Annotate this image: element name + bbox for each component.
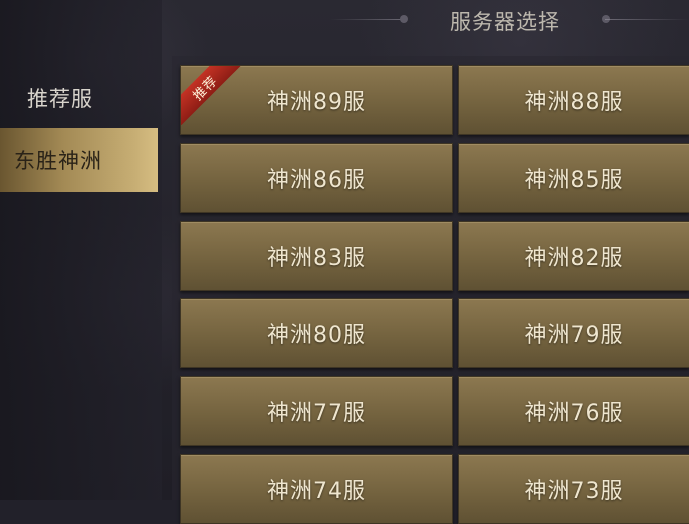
server-name: 神洲77服	[267, 401, 366, 426]
sidebar-item-dongsheng-shenzhou[interactable]: 东胜神洲	[0, 128, 158, 192]
server-tile[interactable]: 神洲86服	[180, 143, 453, 213]
page-title: 服务器选择	[450, 10, 560, 34]
sidebar-item-label: 东胜神洲	[14, 149, 102, 173]
server-tile[interactable]: 神洲74服	[180, 454, 453, 524]
server-name: 神洲74服	[267, 479, 366, 504]
server-tile[interactable]: 神洲88服	[458, 65, 689, 135]
sidebar-item-label: 推荐服	[27, 87, 93, 111]
server-tile[interactable]: 神洲83服	[180, 221, 453, 291]
server-name: 神洲83服	[267, 246, 366, 271]
server-name: 神洲89服	[267, 90, 366, 115]
server-tile[interactable]: 神洲80服	[180, 298, 453, 368]
server-name: 神洲76服	[524, 401, 624, 426]
server-tile[interactable]: 神洲79服	[458, 298, 689, 368]
server-tile[interactable]: 神洲73服	[458, 454, 689, 524]
server-name: 神洲86服	[267, 168, 366, 193]
region-sidebar: 推荐服 东胜神洲	[0, 0, 162, 500]
server-name: 神洲80服	[267, 323, 366, 348]
server-name: 神洲73服	[524, 479, 624, 504]
server-name: 神洲82服	[524, 246, 624, 271]
server-tile[interactable]: 神洲82服	[458, 221, 689, 291]
server-tile[interactable]: 推荐 神洲89服	[180, 65, 453, 135]
header-ornament-left	[400, 15, 408, 23]
header-divider-right	[605, 19, 689, 20]
header-divider-left	[330, 19, 405, 20]
sidebar-item-recommended[interactable]: 推荐服	[0, 66, 158, 130]
server-tile[interactable]: 神洲77服	[180, 376, 453, 446]
server-name: 神洲88服	[524, 90, 624, 115]
server-name: 神洲85服	[524, 168, 624, 193]
server-tile[interactable]: 神洲85服	[458, 143, 689, 213]
server-name: 神洲79服	[524, 323, 624, 348]
server-tile[interactable]: 神洲76服	[458, 376, 689, 446]
recommended-badge: 推荐	[181, 66, 243, 126]
